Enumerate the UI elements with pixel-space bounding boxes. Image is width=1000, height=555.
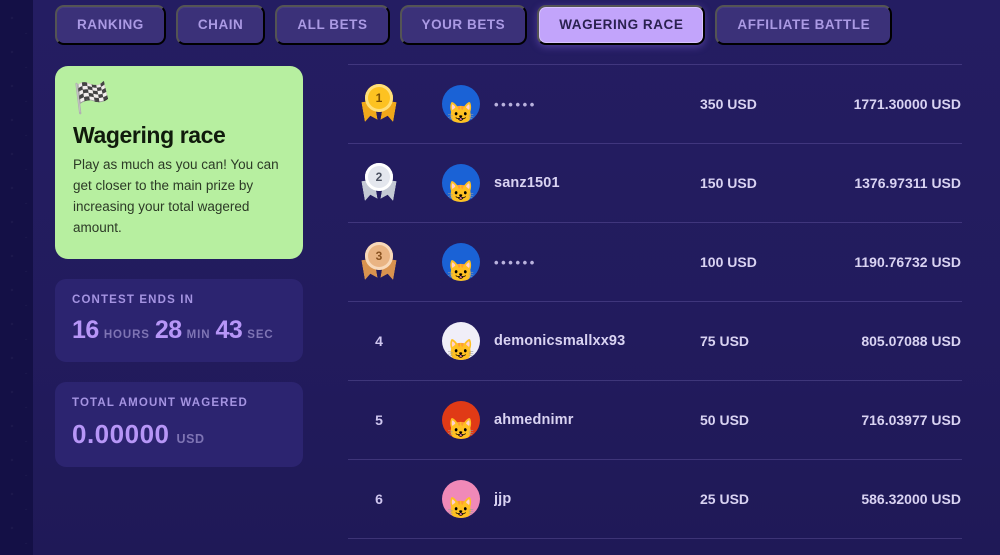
promo-title: Wagering race <box>73 122 226 148</box>
rank-cell: 4 <box>348 333 410 349</box>
wagered-amount: 805.07088 USD <box>861 333 961 349</box>
wagered-amount: 1190.76732 USD <box>854 254 961 270</box>
username: ahmednimr <box>494 412 574 428</box>
countdown-minutes-unit: MIN <box>186 328 211 341</box>
table-row[interactable]: 6 😺 jjp 25 USD 586.32000 USD <box>348 460 962 538</box>
prize-amount: 25 USD <box>700 491 750 507</box>
wagered-amount: 1376.97311 USD <box>854 175 961 191</box>
contest-timer-card: CONTEST ENDS IN 16 HOURS 28 MIN 43 SEC <box>55 278 303 362</box>
wagering-race-promo-card: 🏁 Wagering race Play as much as you can!… <box>55 66 303 259</box>
rank-number: 6 <box>375 491 383 507</box>
total-wagered-label: TOTAL AMOUNT WAGERED <box>72 396 248 409</box>
total-wagered-amount: 0.00000 USD <box>72 419 286 450</box>
total-wagered-card: TOTAL AMOUNT WAGERED 0.00000 USD <box>55 381 303 467</box>
table-row[interactable]: 3 😺 •••••• 100 USD 1190.76732 USD <box>348 223 962 301</box>
medal-rank-number: 1 <box>365 84 393 112</box>
tab-chain[interactable]: CHAIN <box>175 4 266 45</box>
user-cell: 😺 •••••• <box>410 85 700 123</box>
avatar-glyph-icon: 😺 <box>447 417 475 440</box>
prize-amount: 350 USD <box>700 96 757 112</box>
avatar: 😺 <box>442 243 480 281</box>
user-cell: 😺 •••••• <box>410 243 700 281</box>
section-tabs: RANKING CHAIN ALL BETS YOUR BETS WAGERING RA… <box>55 4 893 45</box>
username: •••••• <box>494 254 537 270</box>
rank-number: 4 <box>375 333 383 349</box>
medal-rank-number: 2 <box>365 163 393 191</box>
prize-amount: 150 USD <box>700 175 757 191</box>
page-left-gutter <box>0 0 33 555</box>
rank-cell: 1 <box>348 84 410 124</box>
countdown-seconds-value: 43 <box>215 315 243 344</box>
avatar: 😺 <box>442 85 480 123</box>
tab-wagering-race[interactable]: WAGERING RACE <box>537 4 706 45</box>
avatar-glyph-icon: 😺 <box>447 180 475 203</box>
username: sanz1501 <box>494 175 560 191</box>
tab-your-bets[interactable]: YOUR BETS <box>399 4 528 45</box>
row-divider <box>348 538 962 539</box>
sidebar: 🏁 Wagering race Play as much as you can!… <box>55 66 303 467</box>
avatar: 😺 <box>442 164 480 202</box>
promo-description: Play as much as you can! You can get clo… <box>73 157 279 235</box>
contest-countdown: 16 HOURS 28 MIN 43 SEC <box>72 316 286 345</box>
avatar: 😺 <box>442 322 480 360</box>
gold-medal-icon: 1 <box>362 84 396 124</box>
medal-rank-number: 3 <box>365 242 393 270</box>
countdown-hours-value: 16 <box>72 315 99 344</box>
countdown-seconds-unit: SEC <box>247 328 274 341</box>
rank-cell: 5 <box>348 412 410 428</box>
rank-cell: 3 <box>348 242 410 282</box>
avatar: 😺 <box>442 401 480 439</box>
prize-amount: 100 USD <box>700 254 757 270</box>
avatar-glyph-icon: 😺 <box>447 259 475 282</box>
silver-medal-icon: 2 <box>362 163 396 203</box>
countdown-minutes-value: 28 <box>154 315 182 344</box>
user-cell: 😺 jjp <box>410 480 700 518</box>
app-root: RANKING CHAIN ALL BETS YOUR BETS WAGERING RA… <box>0 0 1000 555</box>
username: demonicsmallxx93 <box>494 333 626 349</box>
countdown-hours-unit: HOURS <box>103 328 150 341</box>
user-cell: 😺 ahmednimr <box>410 401 700 439</box>
rank-number: 5 <box>375 412 383 428</box>
tab-affiliate-battle[interactable]: AFFILIATE BATTLE <box>715 4 893 45</box>
avatar-glyph-icon: 😺 <box>447 101 475 124</box>
tab-all-bets[interactable]: ALL BETS <box>275 4 390 45</box>
prize-amount: 75 USD <box>700 333 750 349</box>
wagered-amount: 716.03977 USD <box>861 412 961 428</box>
avatar: 😺 <box>442 480 480 518</box>
wagering-race-leaderboard: 1 😺 •••••• 350 USD 1771.30000 USD 2 😺 sanz1501 1… <box>348 64 962 539</box>
user-cell: 😺 sanz1501 <box>410 164 700 202</box>
contest-timer-label: CONTEST ENDS IN <box>72 293 195 306</box>
avatar-glyph-icon: 😺 <box>447 338 475 361</box>
prize-amount: 50 USD <box>700 412 750 428</box>
user-cell: 😺 demonicsmallxx93 <box>410 322 700 360</box>
total-wagered-value: 0.00000 <box>72 418 170 449</box>
avatar-glyph-icon: 😺 <box>447 496 475 519</box>
checkered-racing-flags-icon: 🏁 <box>73 82 110 115</box>
table-row[interactable]: 4 😺 demonicsmallxx93 75 USD 805.07088 USD <box>348 302 962 380</box>
table-row[interactable]: 2 😺 sanz1501 150 USD 1376.97311 USD <box>348 144 962 222</box>
wagered-amount: 586.32000 USD <box>861 491 961 507</box>
rank-cell: 2 <box>348 163 410 203</box>
table-row[interactable]: 1 😺 •••••• 350 USD 1771.30000 USD <box>348 65 962 143</box>
bronze-medal-icon: 3 <box>362 242 396 282</box>
username: jjp <box>494 491 512 507</box>
wagered-amount: 1771.30000 USD <box>853 96 961 112</box>
tab-ranking[interactable]: RANKING <box>55 4 166 45</box>
table-row[interactable]: 5 😺 ahmednimr 50 USD 716.03977 USD <box>348 381 962 459</box>
total-wagered-currency: USD <box>176 431 205 446</box>
username: •••••• <box>494 96 537 112</box>
rank-cell: 6 <box>348 491 410 507</box>
